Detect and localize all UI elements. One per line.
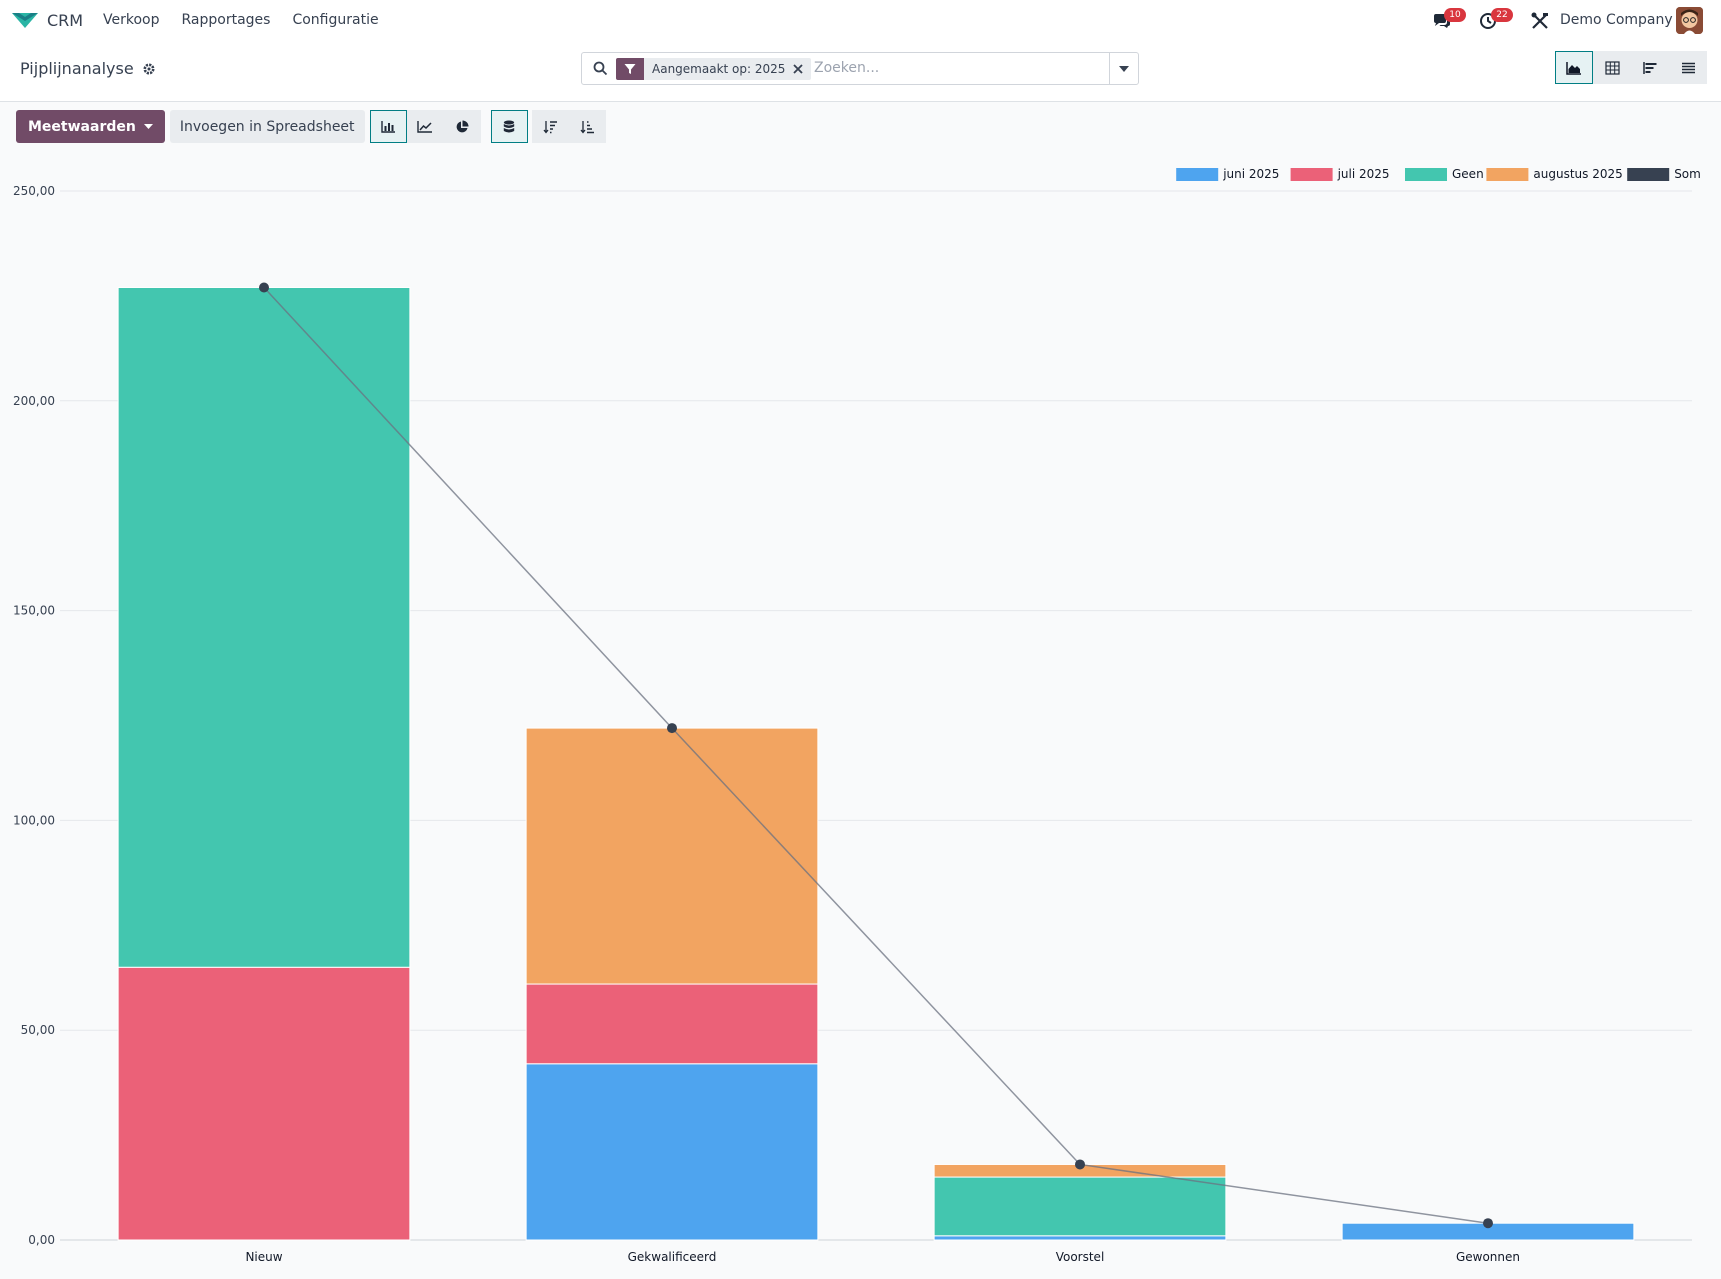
bar-segment[interactable] <box>117 287 411 968</box>
legend-swatch[interactable] <box>1405 168 1447 181</box>
x-tick-label: Nieuw <box>245 1250 282 1264</box>
legend-label: Geen <box>1452 167 1484 181</box>
legend-swatch[interactable] <box>1627 168 1670 181</box>
stacked-bar-chart: 0,00 50,00 100,00 150,00 200,00 250,00 Nieuw Ge… <box>13 167 1701 1264</box>
bar-segment[interactable] <box>525 727 819 985</box>
y-tick-label: 250,00 <box>13 184 55 198</box>
y-tick-label: 0,00 <box>28 1233 55 1247</box>
bar-segment[interactable] <box>933 1235 1227 1241</box>
sum-point[interactable] <box>667 723 677 734</box>
sum-point[interactable] <box>1483 1218 1493 1229</box>
legend-swatch[interactable] <box>1290 168 1333 181</box>
sum-line <box>263 286 1489 1224</box>
y-tick-label: 50,00 <box>21 1023 55 1037</box>
x-tick-label: Voorstel <box>1056 1250 1105 1264</box>
sum-point[interactable] <box>259 282 269 293</box>
legend-swatch[interactable] <box>1176 168 1219 181</box>
bar-segment[interactable] <box>117 966 411 1241</box>
y-tick-label: 100,00 <box>13 813 55 827</box>
sum-point[interactable] <box>1075 1159 1085 1170</box>
x-tick-label: Gewonnen <box>1456 1250 1520 1264</box>
x-tick-label: Gekwalificeerd <box>628 1250 717 1264</box>
legend-label: juni 2025 <box>1222 167 1279 181</box>
bar-segment[interactable] <box>933 1176 1227 1237</box>
legend-label: augustus 2025 <box>1533 167 1622 181</box>
bar-segment[interactable] <box>525 1063 819 1241</box>
y-tick-label: 150,00 <box>13 604 55 618</box>
y-tick-label: 200,00 <box>13 394 55 408</box>
bar-segment[interactable] <box>525 983 819 1065</box>
legend-swatch[interactable] <box>1486 168 1529 181</box>
legend-label: Som <box>1674 167 1701 181</box>
legend-label: juli 2025 <box>1337 167 1390 181</box>
